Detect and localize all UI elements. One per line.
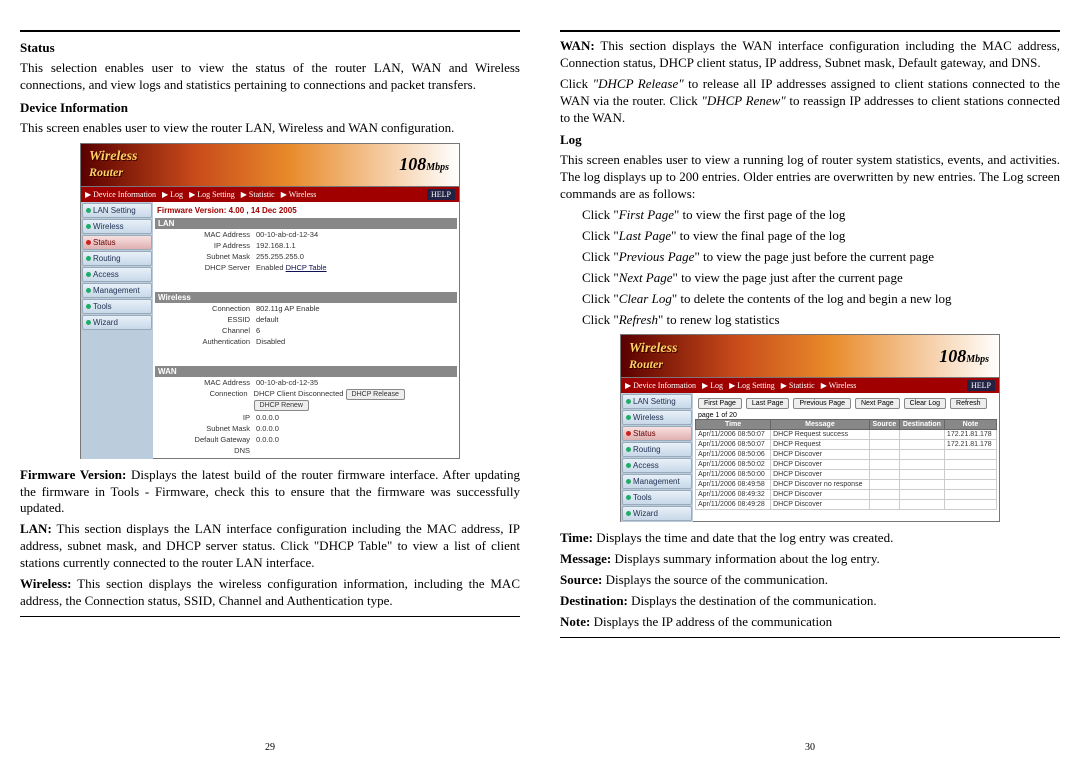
lan-paragraph: LAN: This section displays the LAN inter… (20, 521, 520, 572)
device-info-panel: Firmware Version: 4.00 , 14 Dec 2005 LAN… (153, 202, 460, 459)
refresh-button[interactable]: Refresh (950, 398, 987, 409)
sidebar-item-wizard[interactable]: Wizard (82, 315, 152, 330)
help-button[interactable]: HELP (427, 189, 455, 200)
devinfo-text: This screen enables user to view the rou… (20, 120, 520, 137)
log-screenshot: WirelessRouter 108Mbps ▶ Device Informat… (620, 334, 1000, 522)
top-rule (560, 30, 1060, 32)
router-banner: WirelessRouter 108Mbps (80, 143, 460, 187)
sidebar-item-access[interactable]: Access (82, 267, 152, 282)
log-text: This screen enables user to view a runni… (560, 152, 1060, 203)
sidebar-item-status[interactable]: Status (82, 235, 152, 250)
first-page-button[interactable]: First Page (698, 398, 742, 409)
firmware-paragraph: Firmware Version: Displays the latest bu… (20, 467, 520, 518)
breadcrumb: ▶ Device Information ▶ Log ▶ Log Setting… (80, 187, 460, 202)
log-table: TimeMessageSourceDestinationNote Apr/11/… (695, 419, 997, 510)
left-column: Status This selection enables user to vi… (20, 30, 520, 753)
dhcp-table-link[interactable]: DHCP Table (286, 263, 327, 272)
last-page-button[interactable]: Last Page (746, 398, 790, 409)
clear-log-button[interactable]: Clear Log (904, 398, 946, 409)
previous-page-button[interactable]: Previous Page (793, 398, 851, 409)
page-number: 30 (560, 734, 1060, 753)
next-page-button[interactable]: Next Page (855, 398, 900, 409)
status-text: This selection enables user to view the … (20, 60, 520, 94)
device-info-screenshot: WirelessRouter 108Mbps ▶ Device Informat… (80, 143, 460, 459)
router-sidebar: LAN Setting Wireless Status Routing Acce… (80, 202, 153, 459)
dhcp-renew-button[interactable]: DHCP Renew (254, 400, 309, 411)
top-rule (20, 30, 520, 32)
page-number: 29 (20, 734, 520, 753)
dhcp-paragraph: Click "DHCP Release" to release all IP a… (560, 76, 1060, 127)
wireless-paragraph: Wireless: This section displays the wire… (20, 576, 520, 610)
sidebar-item-tools[interactable]: Tools (82, 299, 152, 314)
right-column: WAN: This section displays the WAN inter… (560, 30, 1060, 753)
log-panel: First Page Last Page Previous Page Next … (693, 393, 1000, 522)
dhcp-release-button[interactable]: DHCP Release (346, 389, 405, 400)
sidebar-item-management[interactable]: Management (82, 283, 152, 298)
wan-paragraph: WAN: This section displays the WAN inter… (560, 38, 1060, 72)
sidebar-item-routing[interactable]: Routing (82, 251, 152, 266)
log-heading: Log (560, 132, 1060, 148)
sidebar-item-wireless[interactable]: Wireless (82, 219, 152, 234)
devinfo-heading: Device Information (20, 100, 520, 116)
status-heading: Status (20, 40, 520, 56)
sidebar-item-lan[interactable]: LAN Setting (82, 203, 152, 218)
